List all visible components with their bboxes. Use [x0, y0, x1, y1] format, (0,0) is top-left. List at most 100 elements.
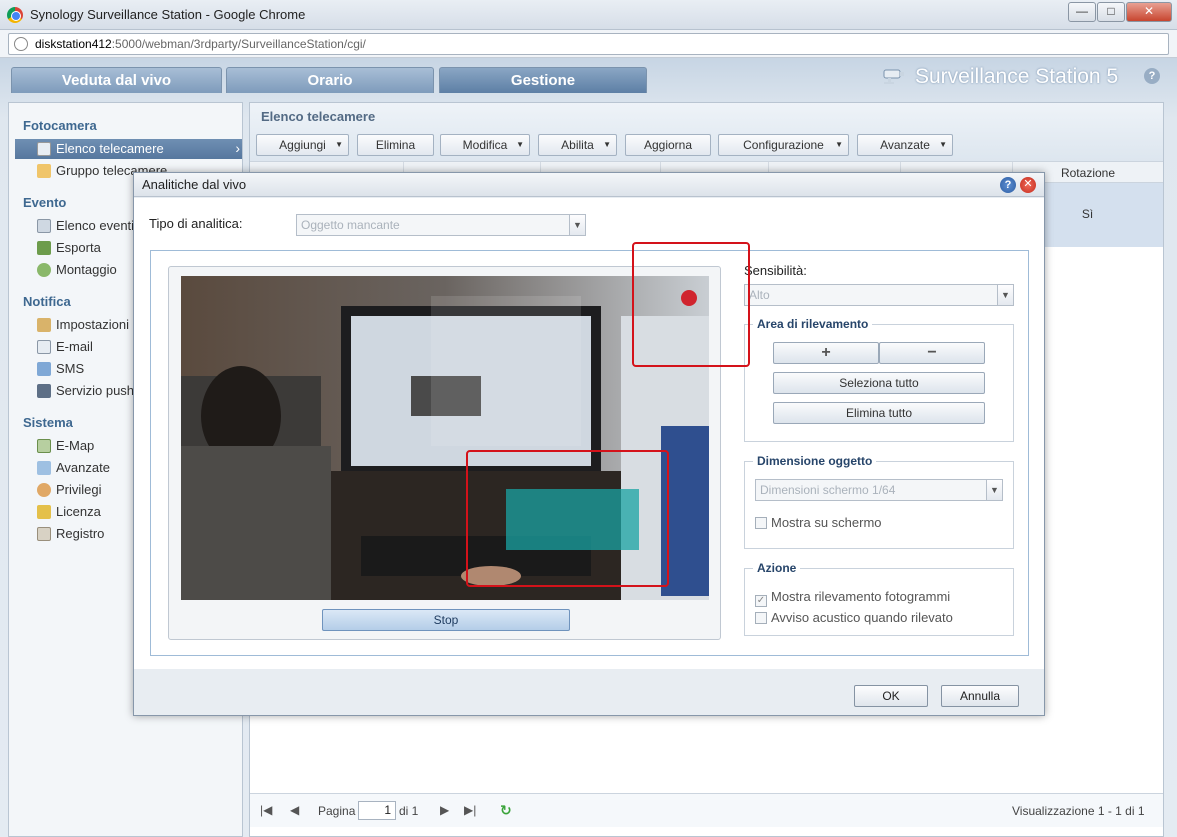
sensitivity-value: Alto: [749, 288, 770, 302]
page-label: Pagina: [318, 804, 356, 818]
tab-management[interactable]: Gestione: [439, 67, 647, 93]
dropdown-arrow-icon: ▼: [516, 140, 524, 149]
edit-button[interactable]: Modifica ▼: [440, 134, 530, 156]
tab-live-view[interactable]: Veduta dal vivo: [11, 67, 222, 93]
refresh-button[interactable]: Aggiorna: [625, 134, 711, 156]
highlight-box-bottom: [466, 450, 669, 587]
book-icon: [37, 527, 51, 541]
sms-icon: [37, 362, 51, 376]
dialog-title-bar: Analitiche dal vivo ? ✕: [134, 173, 1044, 197]
action-legend: Azione: [753, 561, 801, 575]
maximize-button[interactable]: □: [1097, 2, 1125, 22]
analytics-type-select[interactable]: Oggetto mancante ▼: [296, 214, 586, 236]
sidebar-section-system: Sistema: [23, 415, 73, 430]
ok-button[interactable]: OK: [854, 685, 928, 707]
url-input[interactable]: diskstation412:5000/webman/3rdparty/Surv…: [8, 33, 1169, 55]
chrome-icon: [7, 7, 23, 23]
live-analytics-dialog: Analitiche dal vivo ? ✕ Tipo di analitic…: [133, 172, 1045, 716]
chevron-down-icon: ▼: [569, 215, 585, 235]
next-page-icon[interactable]: ▶: [440, 803, 449, 817]
chevron-down-icon: ▼: [997, 285, 1013, 305]
help-icon[interactable]: ?: [1144, 68, 1160, 84]
phone-icon: [37, 384, 51, 398]
add-button[interactable]: Aggiungi ▼: [256, 134, 349, 156]
refresh-icon[interactable]: ↻: [500, 802, 512, 819]
sidebar-item-label: Registro: [56, 526, 105, 541]
checklist-icon: [37, 461, 51, 475]
delete-button[interactable]: Elimina: [357, 134, 434, 156]
export-icon: [37, 241, 51, 255]
show-frames-checkbox[interactable]: ✓ Mostra rilevamento fotogrammi: [755, 589, 950, 607]
add-area-button[interactable]: +: [773, 342, 879, 364]
key-icon: [37, 505, 51, 519]
sidebar-section-event: Evento: [23, 195, 67, 210]
close-icon[interactable]: ✕: [1020, 177, 1036, 193]
object-size-legend: Dimensione oggetto: [753, 454, 877, 468]
url-host: diskstation412: [35, 37, 112, 51]
analytics-type-value: Oggetto mancante: [301, 218, 400, 232]
window-title: Synology Surveillance Station - Google C…: [30, 7, 306, 22]
dialog-body: Tipo di analitica: Oggetto mancante ▼ St…: [134, 198, 1044, 669]
first-page-icon[interactable]: |◀: [260, 803, 272, 817]
browser-title-bar: Synology Surveillance Station - Google C…: [0, 0, 1177, 30]
sidebar-item-label: SMS: [56, 361, 85, 376]
minimize-button[interactable]: —: [1068, 2, 1096, 22]
montage-icon: [37, 263, 51, 277]
dropdown-arrow-icon: ▼: [335, 140, 343, 149]
clear-all-button[interactable]: Elimina tutto: [773, 402, 985, 424]
previous-page-icon[interactable]: ◀: [290, 803, 299, 817]
action-fieldset: Azione ✓ Mostra rilevamento fotogrammi Av…: [744, 561, 1014, 636]
sensitivity-label: Sensibilità:: [744, 263, 807, 278]
edit-button-label: Modifica: [462, 138, 508, 152]
map-icon: [37, 439, 51, 453]
cancel-button[interactable]: Annulla: [941, 685, 1019, 707]
chevron-right-icon: ›: [235, 140, 240, 156]
panel-title: Elenco telecamere: [261, 109, 376, 124]
sidebar-item-label: Elenco telecamere: [56, 141, 164, 156]
dropdown-arrow-icon: ▼: [603, 140, 611, 149]
configuration-button[interactable]: Configurazione ▼: [718, 134, 849, 156]
sidebar-section-notify: Notifica: [23, 294, 71, 309]
sidebar-item-label: E-Map: [56, 438, 95, 453]
tab-schedule[interactable]: Orario: [226, 67, 434, 93]
sidebar-item-label: Esporta: [56, 240, 101, 255]
page-number-input[interactable]: 1: [358, 801, 396, 820]
beep-label: Avviso acustico quando rilevato: [771, 610, 953, 625]
help-icon[interactable]: ?: [1000, 177, 1016, 193]
select-all-button[interactable]: Seleziona tutto: [773, 372, 985, 394]
advanced-button-label: Avanzate: [880, 138, 930, 152]
detection-area-fieldset: Area di rilevamento + − Seleziona tutto …: [744, 317, 1014, 442]
envelope-icon: [37, 340, 51, 354]
wrench-icon: [37, 318, 51, 332]
remove-area-button[interactable]: −: [879, 342, 985, 364]
url-path: :5000/webman/3rdparty/SurveillanceStatio…: [111, 37, 366, 51]
enable-button[interactable]: Abilita ▼: [538, 134, 617, 156]
close-window-button[interactable]: ✕: [1126, 2, 1172, 22]
address-bar: diskstation412:5000/webman/3rdparty/Surv…: [0, 30, 1177, 58]
dropdown-arrow-icon: ▼: [835, 140, 843, 149]
detection-area-legend: Area di rilevamento: [753, 317, 873, 331]
minus-icon: −: [927, 344, 937, 361]
beep-checkbox[interactable]: Avviso acustico quando rilevato: [755, 610, 953, 625]
analytics-type-label: Tipo di analitica:: [149, 216, 243, 231]
plus-icon: +: [821, 344, 831, 361]
sidebar-item-camera-list[interactable]: Elenco telecamere ›: [15, 139, 242, 159]
show-on-screen-label: Mostra su schermo: [771, 515, 882, 530]
pagination-bar: |◀ ◀ Pagina 1 di 1 ▶ ▶| ↻ Visualizzazion…: [250, 793, 1163, 827]
sensitivity-select[interactable]: Alto ▼: [744, 284, 1014, 306]
show-on-screen-checkbox[interactable]: Mostra su schermo: [755, 515, 882, 530]
sidebar-item-label: Servizio push: [56, 383, 135, 398]
chevron-down-icon: ▼: [986, 480, 1002, 500]
checkbox-unchecked: [755, 517, 767, 529]
stop-button[interactable]: Stop: [322, 609, 570, 631]
enable-button-label: Abilita: [561, 138, 594, 152]
sidebar-item-label: Avanzate: [56, 460, 110, 475]
advanced-button[interactable]: Avanzate ▼: [857, 134, 953, 156]
folder-camera-icon: [37, 164, 51, 178]
object-size-select[interactable]: Dimensioni schermo 1/64 ▼: [755, 479, 1003, 501]
sidebar-item-label: Impostazioni: [56, 317, 129, 332]
surveillance-camera-icon: [883, 69, 904, 84]
add-button-label: Aggiungi: [279, 138, 326, 152]
sidebar-section-camera: Fotocamera: [23, 118, 97, 133]
last-page-icon[interactable]: ▶|: [464, 803, 476, 817]
